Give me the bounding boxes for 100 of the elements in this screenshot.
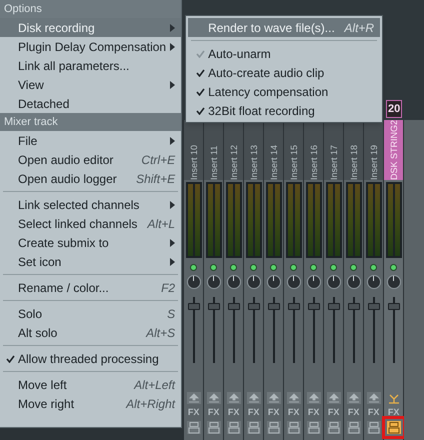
- route-arrow-icon[interactable]: [226, 392, 241, 404]
- mixer-strip[interactable]: Insert 11 FX: [204, 120, 224, 440]
- fx-label: FX: [228, 406, 240, 418]
- save-icon[interactable]: [266, 421, 281, 434]
- route-arrow-icon[interactable]: [346, 392, 361, 404]
- save-icon[interactable]: [226, 421, 241, 434]
- menu-section-header: Mixer track: [0, 113, 182, 131]
- volume-fader[interactable]: [268, 303, 280, 310]
- pan-knob[interactable]: [346, 275, 361, 289]
- save-icon[interactable]: [346, 421, 361, 434]
- volume-fader[interactable]: [228, 303, 240, 310]
- menu-item[interactable]: Allow threaded processing: [0, 349, 182, 368]
- route-arrow-icon[interactable]: [206, 392, 221, 404]
- fx-label: FX: [208, 406, 220, 418]
- mixer-strip[interactable]: Insert 15 FX: [284, 120, 304, 440]
- status-led: [230, 264, 238, 271]
- mixer-strip[interactable]: Insert 10 FX: [184, 120, 204, 440]
- save-icon[interactable]: [306, 421, 321, 434]
- send-icon[interactable]: [388, 394, 400, 404]
- menu-item[interactable]: Disk recording: [0, 18, 182, 37]
- save-icon[interactable]: [206, 421, 221, 434]
- status-led: [390, 264, 398, 271]
- menu-item[interactable]: Plugin Delay Compensation: [0, 37, 182, 56]
- menu-item[interactable]: Latency compensation: [188, 82, 380, 101]
- mixer-strip[interactable]: Insert 14 FX: [264, 120, 284, 440]
- strip-name: Insert 18: [348, 144, 360, 180]
- menu-item[interactable]: Detached: [0, 94, 182, 113]
- menu-item-label: Move right: [18, 396, 74, 412]
- menu-item[interactable]: Create submix to: [0, 233, 182, 252]
- menu-item[interactable]: Render to wave file(s)... Alt+R: [188, 18, 380, 37]
- mixer-strip[interactable]: Insert 19 FX: [364, 120, 384, 440]
- menu-item[interactable]: Auto-create audio clip: [188, 63, 380, 82]
- pan-knob[interactable]: [306, 275, 321, 289]
- shortcut-label: Ctrl+E: [141, 152, 176, 168]
- route-arrow-icon[interactable]: [186, 392, 201, 404]
- volume-fader[interactable]: [348, 303, 360, 310]
- route-arrow-icon[interactable]: [366, 392, 381, 404]
- menu-item-label: Auto-unarm: [208, 46, 271, 62]
- menu-item-label: Create submix to: [18, 234, 109, 252]
- shortcut-label: Alt+Left: [134, 376, 176, 394]
- volume-fader[interactable]: [248, 303, 260, 310]
- status-led: [370, 264, 378, 271]
- volume-fader[interactable]: [288, 303, 300, 310]
- submenu-arrow-icon: [170, 136, 176, 144]
- menu-item[interactable]: Link selected channels: [0, 195, 182, 214]
- menu-item[interactable]: Solo S: [0, 304, 182, 323]
- mixer-strip[interactable]: Insert 12 FX: [224, 120, 244, 440]
- pan-knob[interactable]: [326, 275, 341, 289]
- volume-fader[interactable]: [208, 303, 220, 310]
- volume-fader[interactable]: [188, 303, 200, 310]
- save-icon[interactable]: [366, 421, 381, 434]
- volume-fader[interactable]: [308, 303, 320, 310]
- route-arrow-icon[interactable]: [286, 392, 301, 404]
- menu-item-label: Detached: [18, 96, 70, 112]
- pan-knob[interactable]: [266, 275, 281, 289]
- menu-item[interactable]: View: [0, 75, 182, 94]
- mixer-strip[interactable]: Insert 16 FX: [304, 120, 324, 440]
- menu-item-label: View: [18, 76, 44, 94]
- menu-item[interactable]: Open audio editor Ctrl+E: [0, 150, 182, 169]
- menu-item-label: Link selected channels: [18, 196, 140, 214]
- pan-knob[interactable]: [286, 275, 301, 289]
- status-led: [290, 264, 298, 271]
- route-arrow-icon[interactable]: [306, 392, 321, 404]
- menu-item[interactable]: Link all parameters...: [0, 56, 182, 75]
- save-icon[interactable]: [286, 421, 301, 434]
- menu-item[interactable]: Alt solo Alt+S: [0, 323, 182, 342]
- volume-fader[interactable]: [388, 303, 400, 310]
- route-arrow-icon[interactable]: [266, 392, 281, 404]
- menu-item[interactable]: Rename / color... F2: [0, 278, 182, 297]
- save-icon[interactable]: [246, 421, 261, 434]
- strip-name: Insert 15: [288, 144, 300, 180]
- pan-knob[interactable]: [386, 275, 401, 289]
- menu-item[interactable]: Set icon: [0, 252, 182, 271]
- menu-item[interactable]: File: [0, 131, 182, 150]
- shortcut-label: F2: [161, 280, 176, 296]
- shortcut-label: Shift+E: [136, 170, 176, 188]
- volume-fader[interactable]: [368, 303, 380, 310]
- save-icon[interactable]: [186, 421, 201, 434]
- route-arrow-icon[interactable]: [246, 392, 261, 404]
- strip-name: Insert 13: [248, 144, 260, 180]
- mixer-strip[interactable]: Insert 13 FX: [244, 120, 264, 440]
- volume-fader[interactable]: [328, 303, 340, 310]
- menu-item[interactable]: Select linked channels Alt+L: [0, 214, 182, 233]
- pan-knob[interactable]: [186, 275, 201, 289]
- menu-item[interactable]: Open audio logger Shift+E: [0, 169, 182, 188]
- mixer-strip[interactable]: Insert 17 FX: [324, 120, 344, 440]
- strip-name: Insert 12: [228, 144, 240, 180]
- menu-item-label: Alt solo: [18, 324, 58, 342]
- pan-knob[interactable]: [226, 275, 241, 289]
- pan-knob[interactable]: [366, 275, 381, 289]
- route-arrow-icon[interactable]: [326, 392, 341, 404]
- menu-item[interactable]: Move left Alt+Left: [0, 375, 182, 394]
- status-led: [350, 264, 358, 271]
- pan-knob[interactable]: [246, 275, 261, 289]
- pan-knob[interactable]: [206, 275, 221, 289]
- mixer-strip[interactable]: Insert 18 FX: [344, 120, 364, 440]
- save-icon[interactable]: [326, 421, 341, 434]
- fx-label: FX: [268, 406, 280, 418]
- menu-item[interactable]: 32Bit float recording: [188, 101, 380, 120]
- menu-item[interactable]: Move right Alt+Right: [0, 394, 182, 413]
